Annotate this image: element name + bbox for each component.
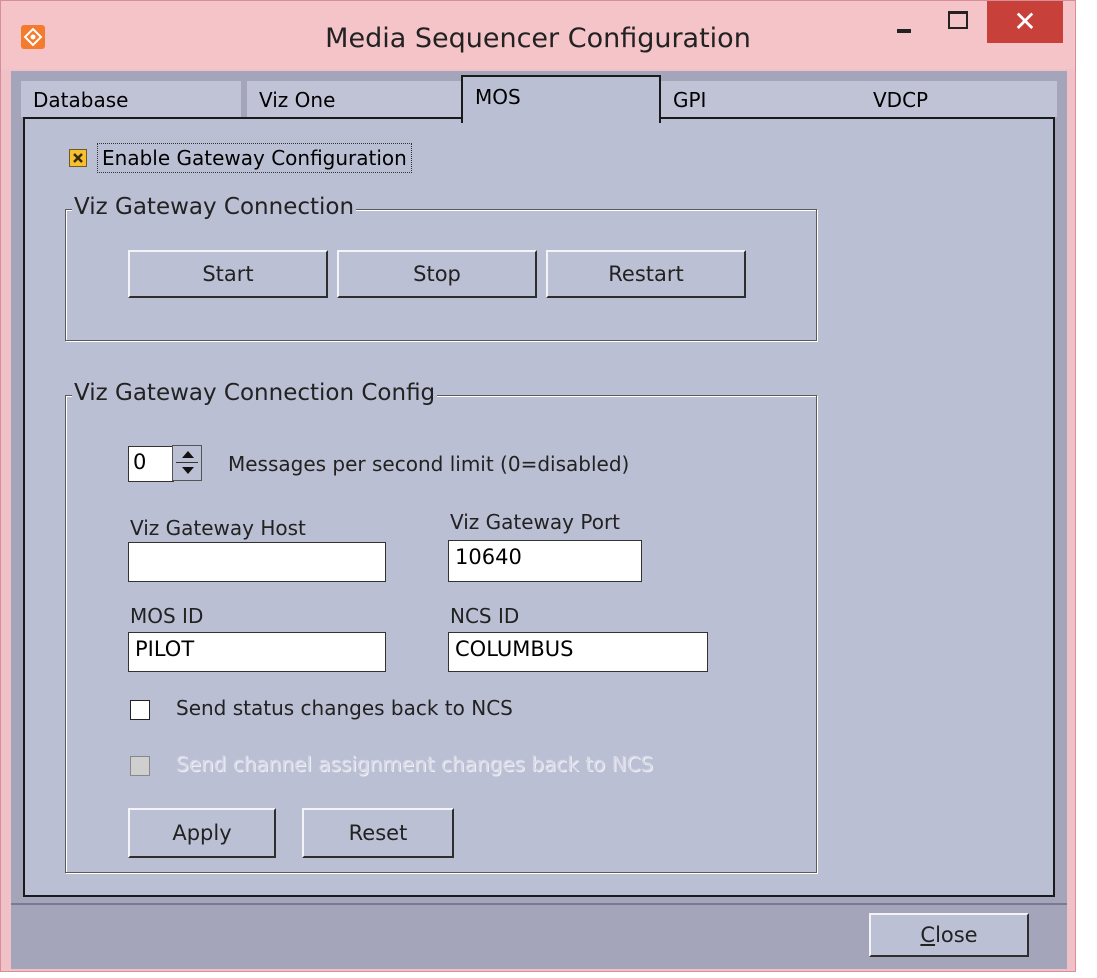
close-button[interactable]: Close [869,913,1029,957]
host-input[interactable] [128,542,386,582]
footer-separator [11,903,1067,905]
minimize-button[interactable] [873,1,933,45]
reset-button[interactable]: Reset [302,808,454,858]
client-area: Database Viz One MOS GPI VDCP Enable Gat… [11,71,1067,969]
spin-up-icon[interactable] [182,451,194,458]
rate-limit-input[interactable]: 0 [128,446,174,482]
send-status-label[interactable]: Send status changes back to NCS [176,696,513,720]
gateway-config-title: Viz Gateway Connection Config [72,380,438,406]
ncs-id-input[interactable]: COLUMBUS [448,632,708,672]
send-channel-label: Send channel assignment changes back to … [176,752,654,776]
rate-limit-label: Messages per second limit (0=disabled) [228,452,630,476]
restart-button[interactable]: Restart [546,250,746,298]
gateway-config-group: Viz Gateway Connection Config 0 Messages… [65,380,817,873]
apply-button[interactable]: Apply [128,808,276,858]
tab-viz-one[interactable]: Viz One [247,81,467,117]
maximize-button[interactable] [933,1,983,45]
close-window-button[interactable]: ✕ [987,1,1063,43]
maximize-icon [948,11,968,29]
spin-down-icon[interactable] [182,467,194,474]
gateway-connection-title: Viz Gateway Connection [72,194,357,220]
tab-gpi[interactable]: GPI [661,81,861,117]
tab-strip: Database Viz One MOS GPI VDCP [21,75,1057,123]
title-bar[interactable]: Media Sequencer Configuration ✕ [1,1,1075,69]
spinner-arrows[interactable] [172,445,202,481]
checkbox-x-icon [73,153,83,163]
port-label: Viz Gateway Port [450,510,621,534]
gateway-connection-group: Viz Gateway Connection Start Stop Restar… [65,194,817,341]
port-input[interactable]: 10640 [448,540,642,582]
tab-database[interactable]: Database [21,81,241,117]
minimize-icon [897,29,911,33]
tab-vdcp[interactable]: VDCP [861,81,1057,117]
send-status-checkbox[interactable] [130,700,150,720]
host-label: Viz Gateway Host [130,516,306,540]
close-label-rest: lose [935,923,978,947]
enable-gateway-checkbox[interactable] [69,149,87,167]
send-channel-checkbox [130,756,150,776]
stop-button[interactable]: Stop [337,250,537,298]
mos-id-label: MOS ID [130,604,204,628]
mos-tab-panel: Enable Gateway Configuration Viz Gateway… [23,117,1055,897]
mos-id-input[interactable]: PILOT [128,632,386,672]
ncs-id-label: NCS ID [450,604,520,628]
close-mnemonic: C [920,923,936,947]
config-window: Media Sequencer Configuration ✕ Database… [0,0,1076,972]
enable-gateway-label[interactable]: Enable Gateway Configuration [97,143,412,173]
start-button[interactable]: Start [128,250,328,298]
rate-limit-spinner[interactable]: 0 [128,445,204,482]
tab-mos[interactable]: MOS [461,75,661,123]
